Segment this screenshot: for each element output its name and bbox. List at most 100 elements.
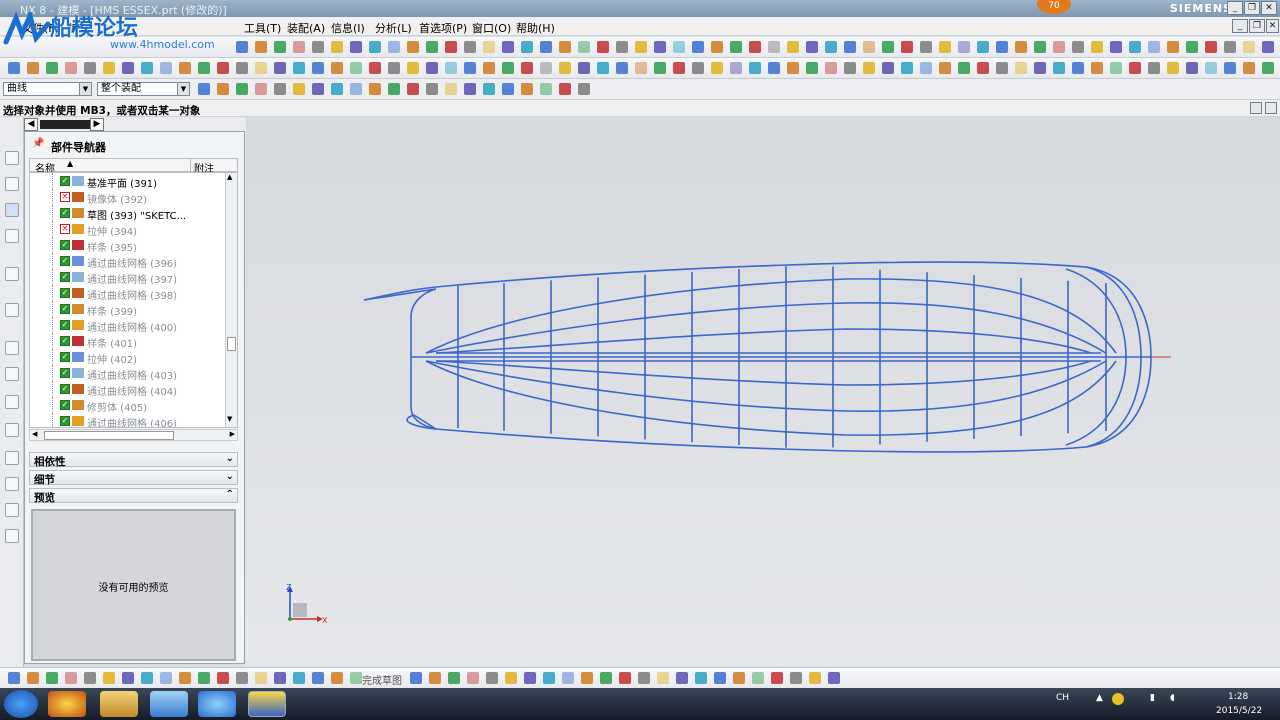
toolbar-tool-icon[interactable] [483, 41, 495, 53]
reuse-library-icon[interactable] [5, 229, 19, 243]
toolbar-tool-icon[interactable] [217, 62, 229, 74]
toolbar-tool-icon[interactable] [692, 62, 704, 74]
tree-row[interactable]: ✓ 样条 (395) [30, 237, 226, 254]
toolbar-tool-icon[interactable] [562, 672, 574, 684]
toolbar-tool-icon[interactable] [1262, 41, 1274, 53]
tray-app-icon[interactable] [1112, 693, 1124, 705]
toolbar-tool-icon[interactable] [388, 62, 400, 74]
toolbar-tool-icon[interactable] [255, 83, 267, 95]
toolbar-tool-icon[interactable] [771, 672, 783, 684]
visible-checkbox[interactable]: ✓ [60, 384, 70, 394]
doc-minimize-button[interactable]: _ [1232, 19, 1248, 33]
toolbar-tool-icon[interactable] [445, 62, 457, 74]
start-button[interactable] [4, 690, 38, 718]
toolbar-tool-icon[interactable] [540, 41, 552, 53]
part-navigator-icon[interactable] [5, 203, 19, 217]
scroll-left-icon[interactable]: ◀ [32, 430, 37, 438]
toolbar-tool-icon[interactable] [787, 41, 799, 53]
toolbar-tool-icon[interactable] [977, 62, 989, 74]
toolbar-tool-icon[interactable] [768, 41, 780, 53]
pin-icon[interactable]: 📌 [32, 138, 44, 149]
tree-row[interactable]: ✓ 拉伸 (402) [30, 349, 226, 366]
toolbar-tool-icon[interactable] [1072, 41, 1084, 53]
toolbar-tool-icon[interactable] [27, 62, 39, 74]
tree-row[interactable]: ✓ 通过曲线网格 (397) [30, 269, 226, 286]
toolbar-tool-icon[interactable] [844, 62, 856, 74]
toolbar-tool-icon[interactable] [369, 62, 381, 74]
toolbar-tool-icon[interactable] [1053, 41, 1065, 53]
visible-checkbox[interactable]: ✓ [60, 400, 70, 410]
toolbar-tool-icon[interactable] [293, 672, 305, 684]
toolbar-tool-icon[interactable] [711, 62, 723, 74]
scroll-right-icon[interactable]: ▶ [230, 430, 235, 438]
hscroll-thumb[interactable] [44, 431, 174, 440]
toolbar-tool-icon[interactable] [1129, 62, 1141, 74]
visible-checkbox[interactable]: ✓ [60, 320, 70, 330]
toolbar-tool-icon[interactable] [293, 62, 305, 74]
toolbar-tool-icon[interactable] [559, 41, 571, 53]
toolbar-tool-icon[interactable] [8, 62, 20, 74]
toolbar-tool-icon[interactable] [1186, 41, 1198, 53]
toolbar-tool-icon[interactable] [426, 41, 438, 53]
toolbar-tool-icon[interactable] [445, 41, 457, 53]
menu-preferences[interactable]: 首选项(P) [419, 20, 467, 36]
toolbar-tool-icon[interactable] [844, 41, 856, 53]
chevron-down-icon[interactable]: ⌄ [226, 471, 234, 482]
toolbar-tool-icon[interactable] [1148, 41, 1160, 53]
toolbar-tool-icon[interactable] [445, 83, 457, 95]
tree-row[interactable]: ✓ 通过曲线网格 (403) [30, 365, 226, 382]
toolbar-tool-icon[interactable] [901, 62, 913, 74]
volume-icon[interactable]: ◖ [1170, 693, 1175, 703]
toolbar-tool-icon[interactable] [828, 672, 840, 684]
toolbar-tool-icon[interactable] [236, 62, 248, 74]
menu-help[interactable]: 帮助(H) [516, 20, 555, 36]
toolbar-tool-icon[interactable] [312, 62, 324, 74]
toolbar-tool-icon[interactable] [882, 41, 894, 53]
toolbar-tool-icon[interactable] [1072, 62, 1084, 74]
toolbar-tool-icon[interactable] [410, 672, 422, 684]
notification-badge[interactable]: 70 [1037, 0, 1071, 14]
roles-icon[interactable] [5, 423, 19, 437]
toolbar-tool-icon[interactable] [1034, 41, 1046, 53]
scope-select[interactable]: 整个装配 ▼ [97, 82, 190, 96]
toolbar-tool-icon[interactable] [616, 41, 628, 53]
toolbar-tool-icon[interactable] [141, 672, 153, 684]
toolbar-tool-icon[interactable] [122, 62, 134, 74]
visible-checkbox[interactable]: ✓ [60, 352, 70, 362]
blank-panel-icon[interactable] [5, 529, 19, 543]
tree-row[interactable]: ✓ 通过曲线网格 (406) [30, 413, 226, 427]
assembly-navigator-icon[interactable] [5, 151, 19, 165]
toolbar-tool-icon[interactable] [749, 62, 761, 74]
toolbar-tool-icon[interactable] [464, 83, 476, 95]
close-button[interactable]: ✕ [1261, 1, 1277, 15]
history-icon[interactable] [5, 341, 19, 355]
visible-checkbox[interactable]: ✓ [60, 416, 70, 426]
toolbar-tool-icon[interactable] [1015, 62, 1027, 74]
toolbar-tool-icon[interactable] [388, 41, 400, 53]
toolbar-tool-icon[interactable] [1205, 62, 1217, 74]
toolbar-tool-icon[interactable] [1091, 41, 1103, 53]
details-panel[interactable]: 细节 ⌄ [29, 470, 238, 486]
sort-ascending-icon[interactable]: ▲ [67, 159, 73, 168]
toolbar-tool-icon[interactable] [274, 672, 286, 684]
toolbar-tool-icon[interactable] [543, 672, 555, 684]
toolbar-tool-icon[interactable] [578, 62, 590, 74]
toolbar-tool-icon[interactable] [179, 62, 191, 74]
toolbar-tool-icon[interactable] [730, 41, 742, 53]
toolbar-tool-icon[interactable] [1110, 62, 1122, 74]
toolbar-tool-icon[interactable] [483, 83, 495, 95]
toolbar-tool-icon[interactable] [198, 672, 210, 684]
column-divider[interactable] [190, 159, 191, 172]
toolbar-tool-icon[interactable] [1053, 62, 1065, 74]
toolbar-tool-icon[interactable] [1034, 62, 1046, 74]
toolbar-tool-icon[interactable] [198, 62, 210, 74]
doc-restore-button[interactable]: ❐ [1249, 19, 1265, 33]
file-explorer-icon[interactable] [100, 691, 138, 717]
nx-app-icon[interactable] [248, 691, 286, 717]
toolbar-tool-icon[interactable] [293, 83, 305, 95]
toolbar-tool-icon[interactable] [1205, 41, 1217, 53]
tree-row[interactable]: ✓ 样条 (401) [30, 333, 226, 350]
toolbar-tool-icon[interactable] [1224, 41, 1236, 53]
toolbar-tool-icon[interactable] [331, 672, 343, 684]
toolbar-tool-icon[interactable] [464, 41, 476, 53]
